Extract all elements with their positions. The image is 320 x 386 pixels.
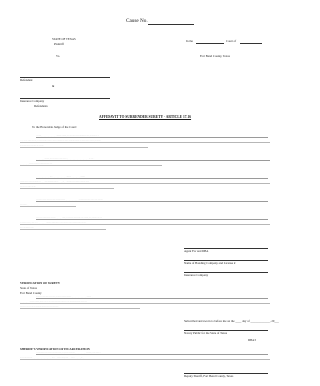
defendant-label: Defendant xyxy=(20,78,33,82)
state-of-texas-label: STATE OF TEXAS xyxy=(52,37,76,41)
sheriff-heading: SHERIFF'S VERIFICATION OF INCARCERATION xyxy=(20,347,90,351)
affidavit-page: Cause No. STATE OF TEXAS Plaintiff In th… xyxy=(0,0,298,386)
vs-label: Vs. xyxy=(56,54,61,58)
court-number-line xyxy=(240,43,262,44)
body-p5-line2: of Criminal Procedure, Article 17.16 ___… xyxy=(20,223,87,224)
body-p1-line1: Now come _________________________ Insur… xyxy=(36,136,100,137)
sheriff-line1: The undersigned Deputy Sheriff of Fort B… xyxy=(36,353,101,354)
defendants-label: Defendants xyxy=(34,104,48,108)
subscribed-sworn-text: Subscribed and sworn to before me on the… xyxy=(184,319,279,323)
page-mark: DBA3 xyxy=(248,338,256,342)
cause-number-label: Cause No. xyxy=(126,18,148,24)
deputy-label: Deputy Sheriff, Fort Bend County, Texas xyxy=(184,374,234,378)
verification-line1: Before me the undersigned notary public,… xyxy=(36,297,95,298)
body-p4-line2: phone number: ____________________ xyxy=(20,205,40,206)
verification-heading: VERIFICATION OF SURETY xyxy=(20,281,61,285)
body-p5-line3: entitled and numbered cause. xyxy=(20,228,34,229)
cause-number-line xyxy=(148,24,194,25)
county-label: Fort Bend County, Texas xyxy=(200,54,230,58)
body-p1-line2: 17.16, Code of Criminal Procedure, file … xyxy=(20,141,101,142)
body-p2-line1: _____________, Defendant, has been charg… xyxy=(36,159,95,160)
salutation: To the Honorable Judge of the Court: xyxy=(32,125,77,129)
plaintiff-label: Plaintiff xyxy=(54,42,64,46)
court-of-label: Court of xyxy=(226,39,237,43)
in-the-label: In the xyxy=(186,39,193,43)
body-p3-line2: Company posted a bond in the amount of $… xyxy=(20,182,89,183)
ampersand-label: & xyxy=(52,84,55,88)
body-p2-line2: ______________, said cause is currently … xyxy=(20,164,53,165)
verification-state: State of Texas xyxy=(20,286,37,290)
verification-line2: ________________ Insurance Company, know… xyxy=(20,302,87,303)
sheriff-line2: the following jurisdiction: ____________… xyxy=(20,358,85,359)
court-name-line xyxy=(196,43,224,44)
insurance-company-label: Insurance Company xyxy=(20,99,45,103)
body-p1-line3: and in support thereof would show the fo… xyxy=(20,146,44,147)
body-p4-line1: Defendant is currently incarcerated in t… xyxy=(36,200,103,201)
verification-line3: upon his/her oath stated that the inform… xyxy=(20,307,59,308)
body-p3-line3: forfeiture proceeding at this time. xyxy=(20,187,36,188)
notary-label: Notary Public for the State of Texas xyxy=(184,331,228,335)
body-p5-line1: Surety hereby requests that the Sheriff … xyxy=(36,218,102,219)
document-title: AFFIDAVIT TO SURRENDER SURETY - ARTICLE … xyxy=(99,115,192,119)
insurance-company-sign-label: Insurance Company xyxy=(184,273,209,277)
bonding-company-label: Name of Bonding Company and License # xyxy=(184,261,236,265)
agent-label: Agent For and DBA xyxy=(184,249,209,253)
body-p3-line1: _______________________ DBA ____________… xyxy=(36,177,86,178)
verification-county: Fort Bend County xyxy=(20,291,42,295)
defendant-name-line xyxy=(20,77,110,78)
